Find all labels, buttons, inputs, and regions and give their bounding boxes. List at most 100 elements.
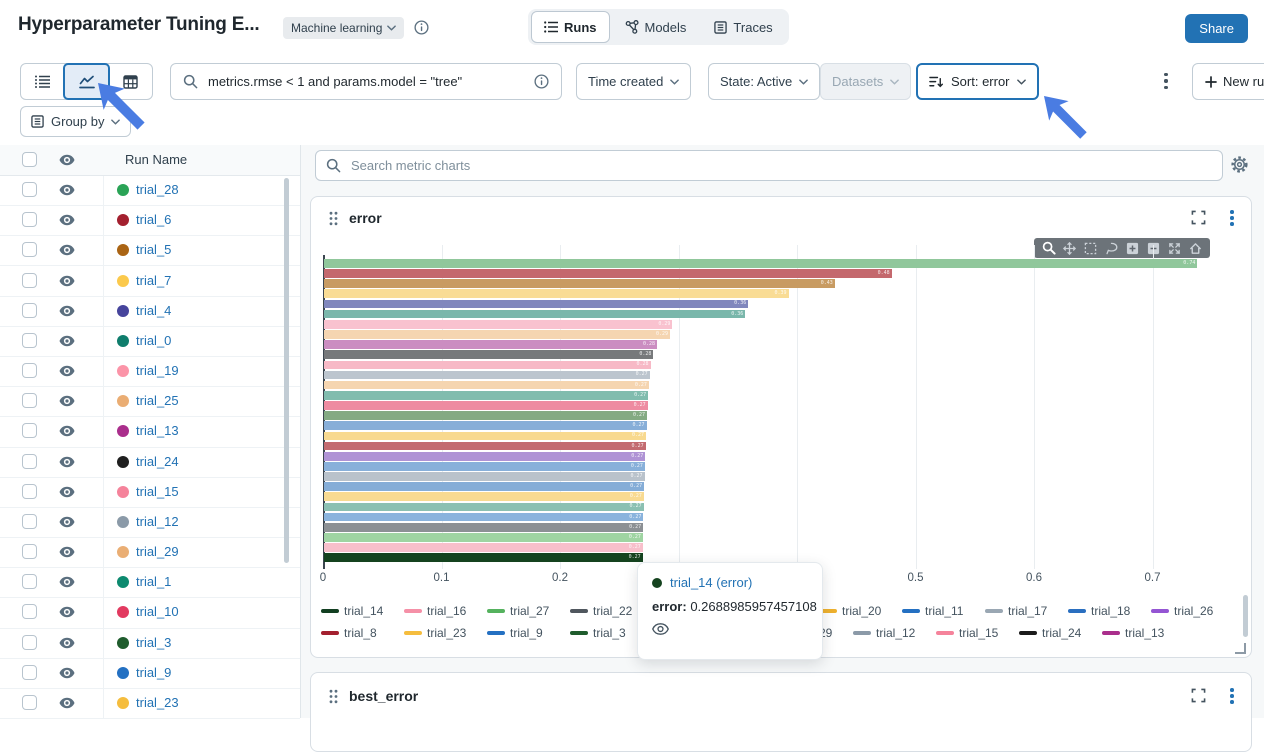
run-checkbox[interactable]: [22, 423, 37, 438]
bar-trial_6[interactable]: 0.48: [324, 269, 892, 278]
run-name-link[interactable]: trial_28: [136, 182, 179, 197]
visibility-all-eye-icon[interactable]: [59, 154, 75, 166]
visibility-eye-icon[interactable]: [59, 576, 75, 588]
bar-trial_4[interactable]: 0.36: [324, 300, 748, 309]
visibility-eye-icon[interactable]: [59, 697, 75, 709]
legend-item-trial_9[interactable]: trial_9: [487, 626, 559, 640]
run-checkbox[interactable]: [22, 393, 37, 408]
run-checkbox[interactable]: [22, 695, 37, 710]
datasets-dropdown[interactable]: Datasets: [820, 63, 911, 100]
view-list-button[interactable]: [21, 64, 64, 99]
run-name-link[interactable]: trial_1: [136, 574, 171, 589]
run-name-link[interactable]: trial_19: [136, 363, 179, 378]
bar-trial_15[interactable]: 0.28: [324, 361, 651, 370]
sort-dropdown[interactable]: Sort: error: [916, 63, 1039, 100]
run-checkbox[interactable]: [22, 303, 37, 318]
bar-trial_7[interactable]: 0.39: [324, 289, 789, 298]
visibility-eye-icon[interactable]: [59, 244, 75, 256]
bar-trial_24[interactable]: 0.28: [324, 350, 653, 359]
run-checkbox[interactable]: [22, 454, 37, 469]
tab-models[interactable]: Models: [612, 11, 700, 43]
run-name-link[interactable]: trial_29: [136, 544, 179, 559]
bar-trial_16[interactable]: 0.27: [324, 543, 643, 552]
visibility-eye-icon[interactable]: [59, 637, 75, 649]
run-name-link[interactable]: trial_24: [136, 454, 179, 469]
bar-trial_25[interactable]: 0.29: [324, 330, 670, 339]
run-checkbox[interactable]: [22, 665, 37, 680]
run-name-link[interactable]: trial_10: [136, 604, 179, 619]
run-name-link[interactable]: trial_3: [136, 635, 171, 650]
visibility-eye-icon[interactable]: [59, 456, 75, 468]
bar-trial_5[interactable]: 0.43: [324, 279, 835, 288]
run-list-scrollbar[interactable]: [284, 178, 289, 563]
visibility-eye-icon[interactable]: [59, 305, 75, 317]
run-checkbox[interactable]: [22, 363, 37, 378]
bar-trial_12[interactable]: 0.27: [324, 371, 650, 380]
bar-trial_23[interactable]: 0.27: [324, 432, 646, 441]
fullscreen-icon[interactable]: [1191, 688, 1206, 703]
bar-trial_29[interactable]: 0.27: [324, 381, 649, 390]
tab-runs[interactable]: Runs: [531, 11, 610, 43]
bar-trial_9[interactable]: 0.27: [324, 421, 647, 430]
run-name-link[interactable]: trial_9: [136, 665, 171, 680]
experiment-type-tag[interactable]: Machine learning: [283, 17, 404, 39]
bar-trial_22[interactable]: 0.27: [324, 523, 643, 532]
bar-trial_14[interactable]: 0.27: [324, 553, 643, 562]
visibility-eye-icon[interactable]: [59, 184, 75, 196]
run-checkbox[interactable]: [22, 604, 37, 619]
legend-item-trial_11[interactable]: trial_11: [902, 604, 974, 618]
run-name-link[interactable]: trial_7: [136, 273, 171, 288]
run-checkbox[interactable]: [22, 333, 37, 348]
run-checkbox[interactable]: [22, 635, 37, 650]
share-button[interactable]: Share: [1185, 14, 1248, 43]
run-checkbox[interactable]: [22, 574, 37, 589]
run-checkbox[interactable]: [22, 544, 37, 559]
bar-trial_8[interactable]: 0.27: [324, 442, 646, 451]
legend-item-trial_22[interactable]: trial_22: [570, 604, 642, 618]
bar-trial_0[interactable]: 0.36: [324, 310, 745, 319]
runs-search-input[interactable]: [206, 73, 526, 90]
run-checkbox[interactable]: [22, 273, 37, 288]
run-name-link[interactable]: trial_5: [136, 242, 171, 257]
legend-item-trial_26[interactable]: trial_26: [1151, 604, 1223, 618]
legend-item-trial_3[interactable]: trial_3: [570, 626, 642, 640]
legend-item-trial_27[interactable]: trial_27: [487, 604, 559, 618]
state-filter-dropdown[interactable]: State: Active: [708, 63, 820, 100]
visibility-eye-icon[interactable]: [59, 516, 75, 528]
metric-chart-search-input[interactable]: [349, 157, 1212, 174]
legend-item-trial_20[interactable]: trial_20: [819, 604, 891, 618]
chart-resize-handle[interactable]: [1235, 643, 1246, 654]
legend-item-trial_16[interactable]: trial_16: [404, 604, 476, 618]
charts-settings-gear-icon[interactable]: [1230, 155, 1249, 174]
bar-trial_28[interactable]: 0.74: [324, 259, 1197, 268]
visibility-eye-icon[interactable]: [59, 546, 75, 558]
toolbar-overflow-menu-icon[interactable]: [1158, 70, 1174, 92]
legend-item-trial_15[interactable]: trial_15: [936, 626, 1008, 640]
run-checkbox[interactable]: [22, 182, 37, 197]
drag-handle-icon[interactable]: [329, 689, 338, 704]
legend-item-trial_8[interactable]: trial_8: [321, 626, 393, 640]
visibility-eye-icon[interactable]: [59, 335, 75, 347]
visibility-eye-icon[interactable]: [59, 395, 75, 407]
run-checkbox[interactable]: [22, 212, 37, 227]
bar-trial_1[interactable]: 0.27: [324, 391, 648, 400]
bar-trial_19[interactable]: 0.29: [324, 320, 672, 329]
chart-card-scrollbar[interactable]: [1243, 595, 1248, 637]
run-name-link[interactable]: trial_12: [136, 514, 179, 529]
bar-trial_26[interactable]: 0.27: [324, 452, 645, 461]
visibility-eye-icon[interactable]: [59, 425, 75, 437]
run-checkbox[interactable]: [22, 484, 37, 499]
visibility-eye-icon[interactable]: [59, 606, 75, 618]
view-table-button[interactable]: [109, 64, 152, 99]
run-name-link[interactable]: trial_6: [136, 212, 171, 227]
bar-trial_11[interactable]: 0.27: [324, 462, 645, 471]
view-chart-button[interactable]: [63, 63, 110, 100]
visibility-eye-icon[interactable]: [59, 667, 75, 679]
search-info-icon[interactable]: [534, 74, 549, 89]
run-name-link[interactable]: trial_4: [136, 303, 171, 318]
visibility-eye-icon[interactable]: [59, 365, 75, 377]
legend-item-trial_12[interactable]: trial_12: [853, 626, 925, 640]
visibility-eye-icon[interactable]: [59, 275, 75, 287]
visibility-eye-icon[interactable]: [59, 214, 75, 226]
run-checkbox[interactable]: [22, 514, 37, 529]
